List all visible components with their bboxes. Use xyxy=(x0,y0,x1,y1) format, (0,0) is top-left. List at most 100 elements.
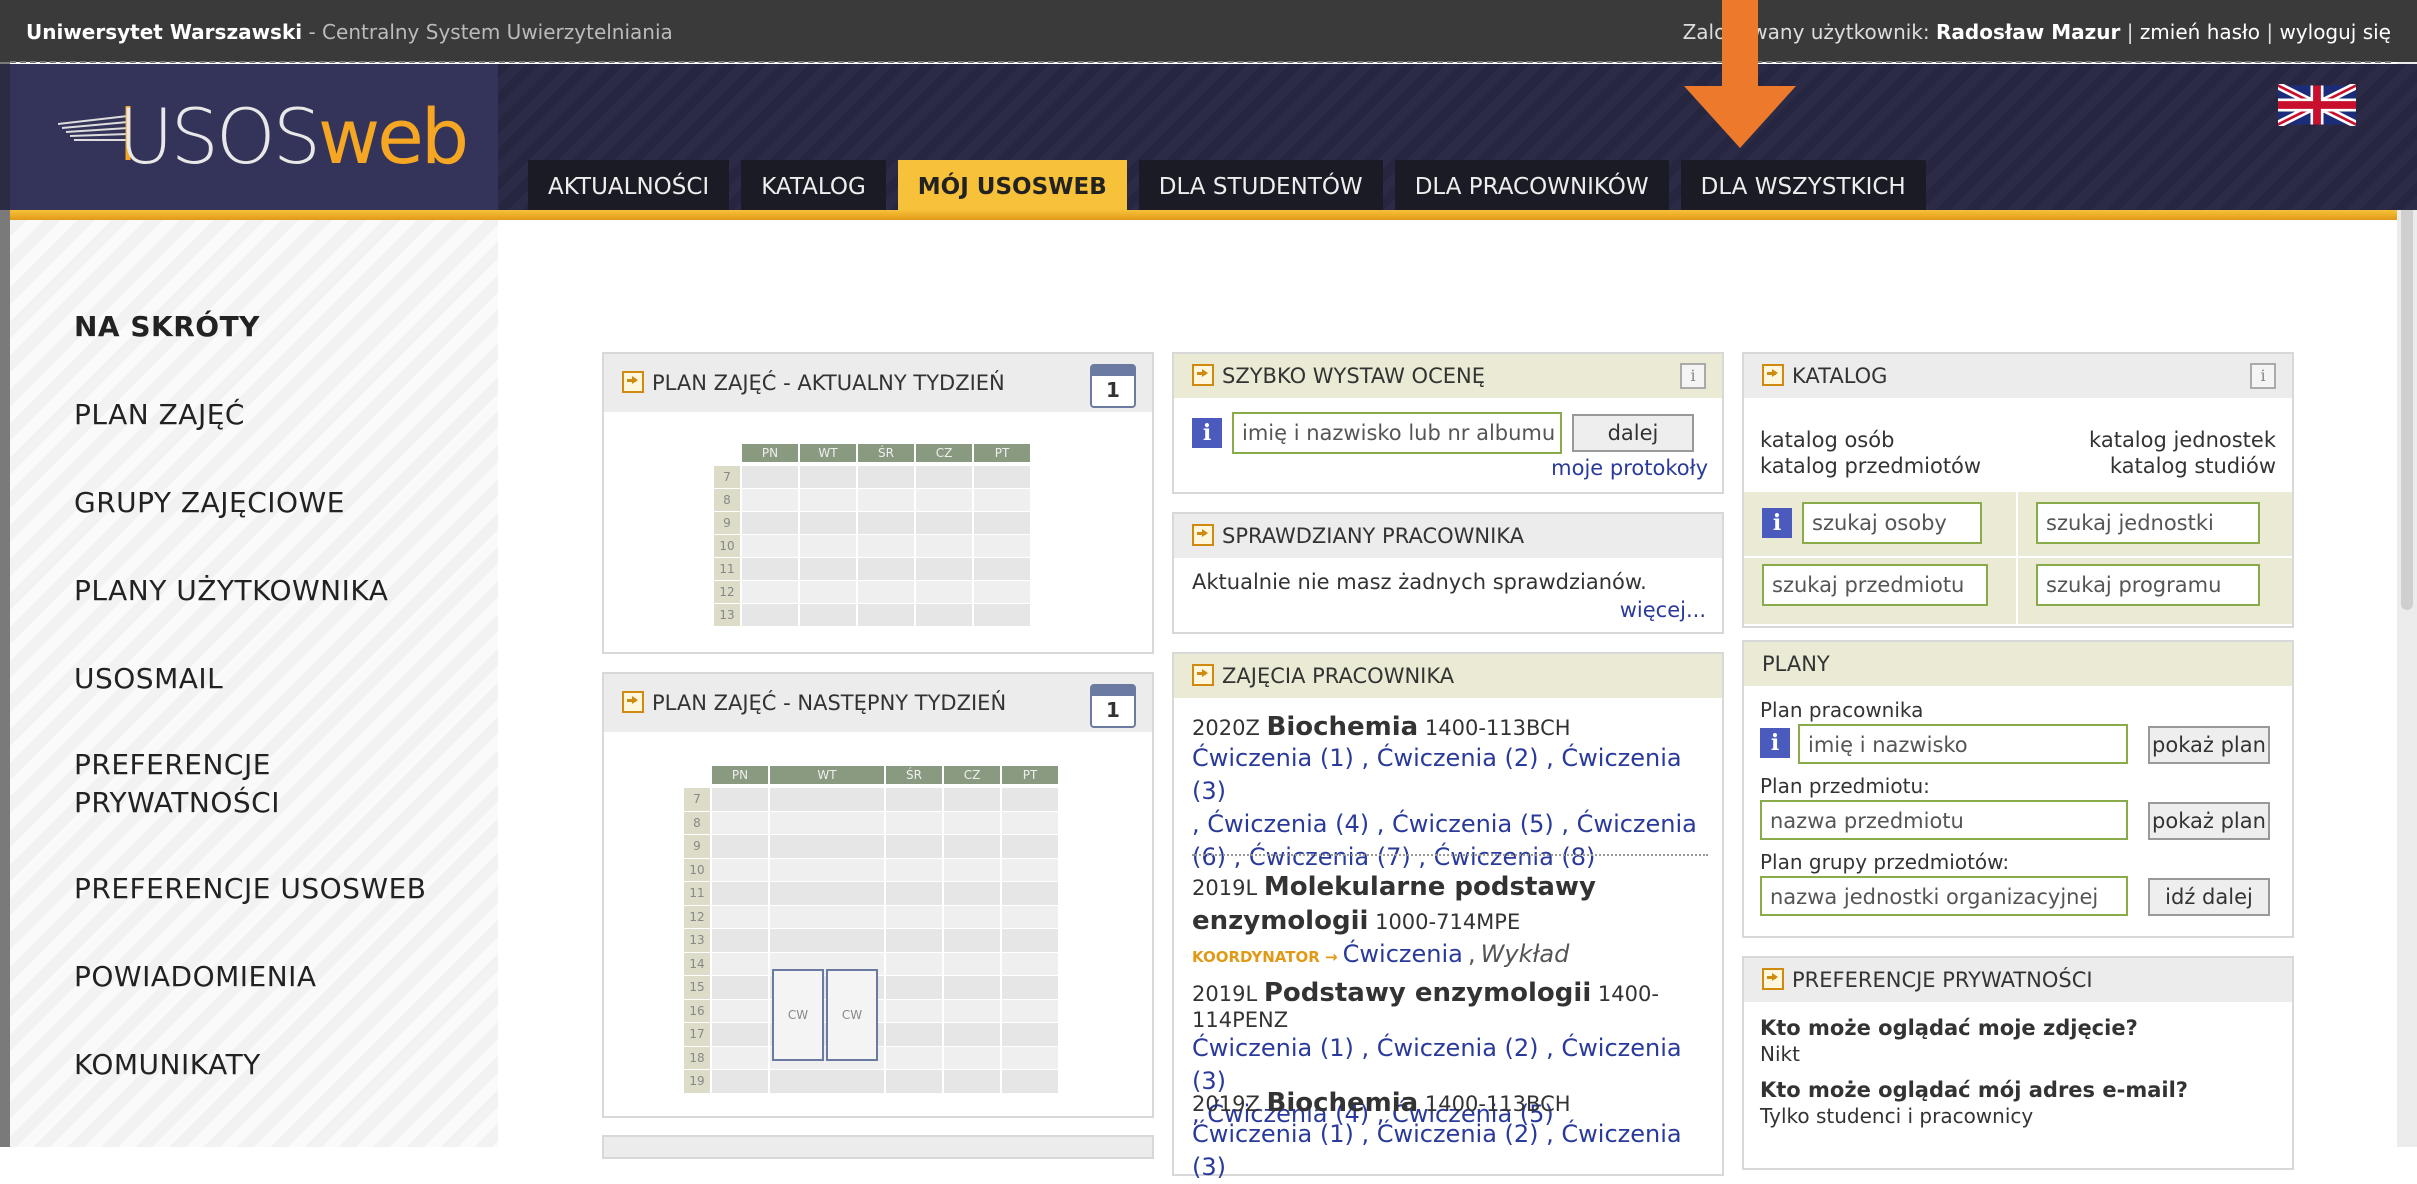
hour-label: 13 xyxy=(714,604,740,626)
tab-dla-pracownikow[interactable]: DLA PRACOWNIKÓW xyxy=(1394,160,1669,210)
sidebar-item-grupy-zajeciowe[interactable]: GRUPY ZAJĘCIOWE xyxy=(74,484,345,522)
timetable-cell xyxy=(712,1070,768,1093)
timetable-cell xyxy=(886,882,942,905)
tab-aktualnosci[interactable]: AKTUALNOŚCI xyxy=(528,160,730,210)
timetable-cell xyxy=(886,811,942,834)
group-link[interactable]: Ćwiczenia xyxy=(1343,940,1463,968)
sidebar-item-plan-zajec[interactable]: PLAN ZAJĘĆ xyxy=(74,396,245,434)
sidebar-item-komunikaty[interactable]: KOMUNIKATY xyxy=(74,1046,261,1084)
timetable-cell xyxy=(886,1023,942,1046)
show-plan-button[interactable]: pokaż plan xyxy=(2148,726,2270,764)
go-button[interactable]: idź dalej xyxy=(2148,878,2270,916)
catalog-persons-link[interactable]: katalog osób xyxy=(1760,428,1894,452)
timetable-cell xyxy=(742,581,798,603)
timetable-cell xyxy=(916,558,972,580)
timetable-preview[interactable]: PN WT ŚR CZ PT 7 8 9 10 11 12 13 14 15 16 17 18 19 CW CW xyxy=(684,766,1074,1096)
timetable-cell xyxy=(770,811,884,834)
search-course-input[interactable]: szukaj przedmiotu xyxy=(1762,564,1988,606)
calendar-icon[interactable]: 1 xyxy=(1090,364,1136,408)
calendar-icon[interactable]: 1 xyxy=(1090,684,1136,728)
panel-title[interactable]: PLAN ZAJĘĆ - NASTĘPNY TYDZIEŃ xyxy=(652,691,1006,715)
timetable-cell xyxy=(886,1046,942,1069)
tab-dla-studentow[interactable]: DLA STUDENTÓW xyxy=(1138,160,1383,210)
hour-label: 10 xyxy=(714,535,740,557)
day-header: PN xyxy=(712,766,770,784)
sidebar-item-plany-uzytkownika[interactable]: PLANY UŻYTKOWNIKA xyxy=(74,572,388,610)
sidebar-item-preferencje-usosweb[interactable]: PREFERENCJE USOSWEB xyxy=(74,870,427,908)
timetable-cell xyxy=(800,581,856,603)
panel-title[interactable]: SZYBKO WYSTAW OCENĘ xyxy=(1222,364,1485,388)
hour-label: 9 xyxy=(714,512,740,534)
logo[interactable]: USOSweb xyxy=(10,64,498,210)
catalog-panel: KATALOG i katalog osób katalog jednostek… xyxy=(1742,352,2294,628)
info-icon[interactable]: i xyxy=(1192,418,1222,448)
tab-dla-wszystkich[interactable]: DLA WSZYSTKICH xyxy=(1680,160,1926,210)
group-links[interactable]: Ćwiczenia (1) , Ćwiczenia (2) , Ćwiczeni… xyxy=(1192,1118,1712,1184)
panel-title[interactable]: KATALOG xyxy=(1792,364,1887,388)
timetable-cell xyxy=(974,466,1030,488)
change-password-link[interactable]: zmień hasło xyxy=(2140,20,2260,44)
timetable-cell xyxy=(1002,835,1058,858)
timetable-cell xyxy=(800,604,856,626)
timetable-preview[interactable]: PN WT ŚR CZ PT 7 8 9 10 11 12 13 xyxy=(714,444,1044,634)
unit-name-input[interactable]: nazwa jednostki organizacyjnej xyxy=(1760,876,2128,916)
timetable-cell xyxy=(1002,1070,1058,1093)
panel-title[interactable]: SPRAWDZIANY PRACOWNIKA xyxy=(1222,524,1524,548)
sidebar-item-powiadomienia[interactable]: POWIADOMIENIA xyxy=(74,958,317,996)
employee-name-input[interactable]: imię i nazwisko xyxy=(1798,724,2128,764)
timetable-cell xyxy=(1002,858,1058,881)
hour-label: 16 xyxy=(684,999,710,1022)
day-header: WT xyxy=(770,766,886,784)
english-flag-icon[interactable] xyxy=(2278,84,2356,126)
timetable-cell xyxy=(886,952,942,975)
coordinator-badge: KOORDYNATOR → xyxy=(1192,948,1338,966)
class-block[interactable]: CW xyxy=(772,969,824,1061)
timetable-cell xyxy=(974,581,1030,603)
timetable-cell xyxy=(886,858,942,881)
my-protocols-link[interactable]: moje protokoły xyxy=(1551,456,1708,480)
info-icon[interactable]: i xyxy=(1760,728,1790,758)
hour-label: 14 xyxy=(684,952,710,975)
sidebar-item-preferencje-prywatnosci[interactable]: PREFERENCJE PRYWATNOŚCI xyxy=(74,746,280,822)
privacy-question: Kto może oglądać moje zdjęcie? xyxy=(1760,1016,2138,1040)
logout-link[interactable]: wyloguj się xyxy=(2279,20,2391,44)
class-block[interactable]: CW xyxy=(826,969,878,1061)
student-search-input[interactable]: imię i nazwisko lub nr albumu xyxy=(1232,412,1562,454)
catalog-courses-link[interactable]: katalog przedmiotów xyxy=(1760,454,1981,478)
timetable-cell xyxy=(1002,905,1058,928)
catalog-studies-link[interactable]: katalog studiów xyxy=(2110,454,2276,478)
panel-title[interactable]: PREFERENCJE PRYWATNOŚCI xyxy=(1792,968,2093,992)
info-icon[interactable]: i xyxy=(1680,363,1706,389)
tab-katalog[interactable]: KATALOG xyxy=(741,160,886,210)
info-icon[interactable]: i xyxy=(1762,508,1792,538)
info-icon[interactable]: i xyxy=(2250,363,2276,389)
search-unit-input[interactable]: szukaj jednostki xyxy=(2036,502,2260,544)
timetable-cell xyxy=(800,512,856,534)
group-links[interactable]: , Ćwiczenia (4) , Ćwiczenia (5) , Ćwicze… xyxy=(1192,808,1712,841)
more-link[interactable]: więcej... xyxy=(1620,598,1706,622)
search-program-input[interactable]: szukaj programu xyxy=(2036,564,2260,606)
privacy-panel: PREFERENCJE PRYWATNOŚCI Kto może oglądać… xyxy=(1742,956,2294,1170)
timetable-cell xyxy=(974,558,1030,580)
tab-moj-usosweb[interactable]: MÓJ USOSWEB xyxy=(897,160,1127,210)
sidebar-item-usosmail[interactable]: USOSMAIL xyxy=(74,660,223,698)
timetable-cell xyxy=(916,535,972,557)
catalog-units-link[interactable]: katalog jednostek xyxy=(2089,428,2276,452)
employee-plan-label: Plan pracownika xyxy=(1760,698,1924,722)
timetable-cell xyxy=(944,976,1000,999)
timetable-cell xyxy=(712,882,768,905)
day-header: ŚR xyxy=(858,444,916,462)
group-links[interactable]: Ćwiczenia (1) , Ćwiczenia (2) , Ćwiczeni… xyxy=(1192,742,1712,808)
timetable-cell xyxy=(974,512,1030,534)
panel-title[interactable]: PLAN ZAJĘĆ - AKTUALNY TYDZIEŃ xyxy=(652,371,1005,395)
timetable-cell xyxy=(944,952,1000,975)
show-plan-button[interactable]: pokaż plan xyxy=(2148,802,2270,840)
panel-title[interactable]: ZAJĘCIA PRACOWNIKA xyxy=(1222,664,1454,688)
search-person-input[interactable]: szukaj osoby xyxy=(1802,502,1982,544)
next-button[interactable]: dalej xyxy=(1572,414,1694,452)
timetable-cell xyxy=(886,835,942,858)
hour-label: 8 xyxy=(684,811,710,834)
timetable-cell xyxy=(886,999,942,1022)
course-name-input[interactable]: nazwa przedmiotu xyxy=(1760,800,2128,840)
hour-label: 18 xyxy=(684,1046,710,1069)
